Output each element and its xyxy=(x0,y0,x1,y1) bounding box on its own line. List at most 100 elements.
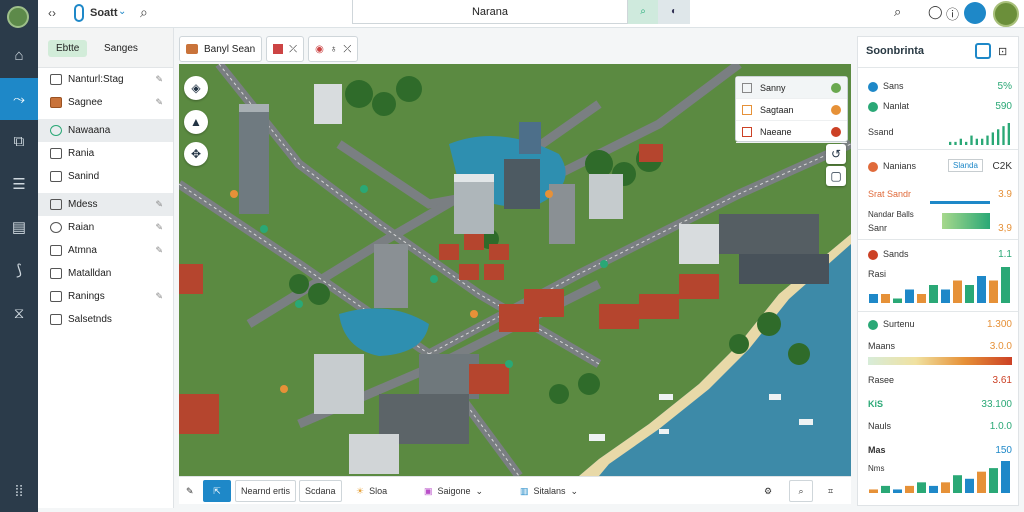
search-button[interactable]: ⌕ xyxy=(789,480,813,502)
stat-value: 1.0.0 xyxy=(989,421,1012,432)
chevron-left-icon[interactable]: ‹› xyxy=(48,6,56,20)
stat-value: 3.9 xyxy=(998,189,1012,200)
bottom-item[interactable]: Nearnd ertis xyxy=(235,480,297,502)
stat-label: Sanr xyxy=(868,223,888,233)
lock-icon[interactable]: ▢ xyxy=(826,166,846,186)
list-item-label: Raian xyxy=(68,222,95,233)
chart-bar xyxy=(917,294,926,303)
edit-icon[interactable]: ✎ xyxy=(155,291,163,302)
chevron-down-icon[interactable]: ⌄ xyxy=(118,6,126,17)
user-icon[interactable] xyxy=(964,2,986,24)
edit-icon[interactable]: ✎ xyxy=(155,245,163,256)
list-item-label: Rania xyxy=(68,148,95,159)
app-logo[interactable] xyxy=(7,6,29,28)
stat-value: 1.300 xyxy=(986,319,1012,330)
tab-active[interactable]: Ebtte xyxy=(48,40,88,57)
edit-icon[interactable]: ✎ xyxy=(155,97,163,108)
list-item[interactable]: Raian ✎ xyxy=(38,216,173,239)
select-tool-button[interactable]: ⇱ xyxy=(203,480,231,502)
avatar[interactable] xyxy=(993,1,1019,27)
settings-icon[interactable]: ⚙ xyxy=(759,480,777,502)
layer-item[interactable]: Naeane xyxy=(736,121,847,143)
heat-bar xyxy=(868,357,1012,365)
marker-icon[interactable] xyxy=(273,44,284,54)
grid-icon[interactable]: ⌗ xyxy=(823,480,838,502)
chevron-down-icon: ⌄ xyxy=(570,485,579,496)
list-item[interactable]: Nanturl:Stag ✎ xyxy=(38,68,173,91)
person-icon[interactable]: ♁ xyxy=(330,44,338,55)
expand-icon[interactable]: ✥ xyxy=(184,142,208,166)
search-icon[interactable]: ⌕ xyxy=(140,4,148,21)
bottom-item[interactable]: ▥ Sitalans ⌄ xyxy=(515,480,583,502)
bottom-item[interactable]: ▣ Saigone ⌄ xyxy=(419,480,488,502)
image-icon xyxy=(50,171,62,182)
layer-label: Sanny xyxy=(760,82,786,93)
chart-icon[interactable]: ⟆ xyxy=(0,249,38,291)
settings-button[interactable]: ◐ xyxy=(658,0,690,24)
checkbox-icon[interactable] xyxy=(50,74,62,85)
stat-tag[interactable]: Slanda xyxy=(948,159,983,172)
edit-icon[interactable]: ✎ xyxy=(155,199,163,210)
compass-icon[interactable]: ◈ xyxy=(184,76,208,100)
box-icon[interactable]: ⧉ xyxy=(0,120,38,162)
pin-icon[interactable]: ◉ xyxy=(315,44,324,55)
chart-bar xyxy=(991,132,994,145)
list-item[interactable]: Matalldan xyxy=(38,262,173,285)
layers-popup: Sanny Sagtaan Naeane xyxy=(735,76,848,143)
list-item[interactable]: Atmna ✎ xyxy=(38,239,173,262)
dot-icon xyxy=(868,319,878,330)
layer-item[interactable]: Sagtaan xyxy=(736,99,847,121)
shield-icon xyxy=(50,125,62,136)
tab-other[interactable]: Sanges xyxy=(104,43,138,54)
zoom-icon[interactable]: ⌕ xyxy=(894,4,901,20)
stat-value: 5% xyxy=(997,81,1012,92)
edit-icon[interactable]: ✎ xyxy=(155,222,163,233)
info-icon[interactable]: ⓘ xyxy=(946,4,959,23)
list-item[interactable]: Nawaana xyxy=(38,119,173,142)
link-icon[interactable]: ⤫ xyxy=(289,44,297,55)
chart-bar xyxy=(1001,461,1010,493)
map-toolbar: Banyl Sean ⤫ ◉ ♁ ⤫ xyxy=(179,36,359,62)
edit-icon[interactable]: ✎ xyxy=(181,480,199,502)
copy-icon[interactable] xyxy=(975,43,991,59)
workspace-name[interactable]: Soatt xyxy=(90,7,118,19)
bottom-item[interactable]: ☀ Sloa xyxy=(351,480,392,502)
list-item[interactable]: Sagnee ✎ xyxy=(38,91,173,114)
chart-bar xyxy=(941,482,950,493)
route-icon[interactable]: ⤳ xyxy=(0,78,38,120)
map-layer-button[interactable]: Banyl Sean xyxy=(179,36,263,62)
chart-bar xyxy=(975,138,978,145)
chart-bar xyxy=(941,289,950,303)
layer-item[interactable]: Sanny xyxy=(736,77,847,99)
chart-bar xyxy=(981,138,984,145)
share-icon[interactable]: ⧖ xyxy=(0,292,38,334)
chart-bar xyxy=(965,285,974,303)
list-item[interactable]: Sanind xyxy=(38,165,173,188)
bottom-item-label: Sitalans xyxy=(533,486,566,496)
edit-icon[interactable]: ✎ xyxy=(155,74,163,85)
table-icon[interactable]: ▤ xyxy=(0,206,38,248)
chat-icon[interactable]: ◯ xyxy=(928,4,943,20)
list-item-label: Atmna xyxy=(68,245,97,256)
dot-icon xyxy=(868,249,878,260)
stat-value: 3,9 xyxy=(998,223,1012,234)
list-item[interactable]: Rania xyxy=(38,142,173,165)
location-icon[interactable]: ▲ xyxy=(184,110,208,134)
close-icon[interactable]: ⊡ xyxy=(998,45,1007,58)
pin-icon xyxy=(50,222,62,233)
list-item[interactable]: Salsetnds xyxy=(38,308,173,331)
layer-icon xyxy=(742,82,752,93)
rotate-icon[interactable]: ↺ xyxy=(826,144,846,164)
list-icon[interactable]: ☰ xyxy=(0,163,38,205)
route-icon[interactable]: ⤫ xyxy=(343,44,351,55)
list-item[interactable]: Mdess ✎ xyxy=(38,193,173,216)
search-button[interactable]: ⌕ xyxy=(628,0,658,24)
grid-small-icon xyxy=(50,199,62,210)
chart-bar xyxy=(949,141,952,145)
bottom-item[interactable]: Scdana xyxy=(299,480,342,502)
bottom-item-label: Saigone xyxy=(437,486,471,496)
list-item[interactable]: Ranings ✎ xyxy=(38,285,173,308)
stat-row: Nanlat 590 xyxy=(868,101,1012,115)
grid-icon[interactable]: ⁞⁞ xyxy=(0,470,38,512)
home-icon[interactable]: ⌂ xyxy=(0,34,38,76)
